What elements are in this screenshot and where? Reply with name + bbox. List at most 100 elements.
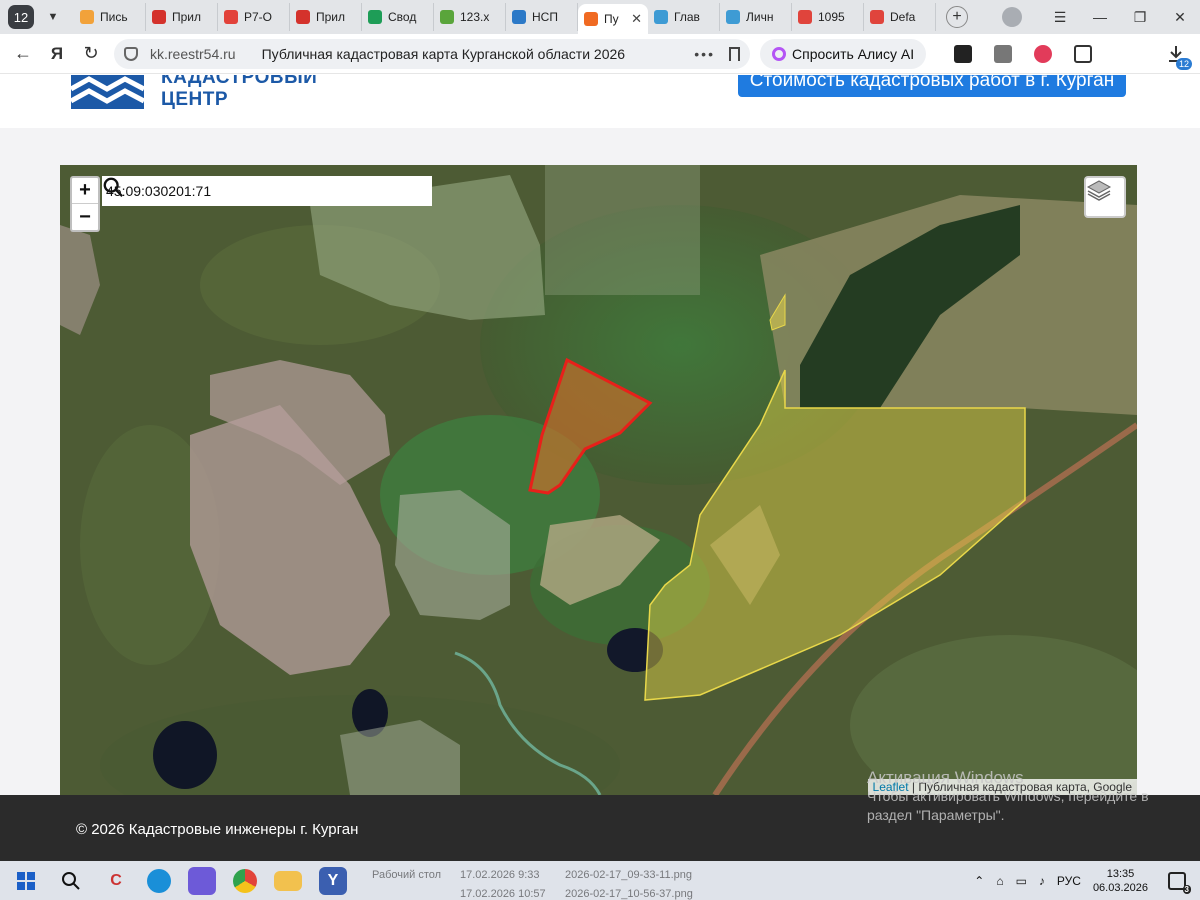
chrome-icon[interactable] (233, 868, 257, 893)
clock-date: 06.03.2026 (1092, 881, 1148, 894)
cadastral-search (102, 176, 432, 206)
logo-line-1: КАДАСТРОВЫЙ (161, 75, 318, 88)
tab-favicon-icon (584, 12, 598, 26)
browser-tab[interactable]: Прил (146, 3, 218, 31)
tab-favicon-icon (224, 10, 238, 24)
clock[interactable]: 13:35 06.03.2026 (1093, 867, 1148, 895)
cadastral-number-input[interactable] (106, 183, 386, 199)
tab-label: Глав (674, 10, 700, 24)
file-explorer-icon[interactable] (274, 870, 302, 891)
security-extension-icon[interactable] (1034, 44, 1053, 63)
layers-button[interactable] (1084, 176, 1126, 218)
tab-label: 123.х (460, 10, 490, 24)
notification-icon[interactable]: 3 (1168, 871, 1191, 894)
shield-icon[interactable] (124, 46, 138, 61)
wallet-extension-icon[interactable] (994, 44, 1013, 63)
browser-tab[interactable]: 123.х (434, 3, 506, 31)
browser-tab-bar: 12 ▼ Пись Прил Р7-О Прил Свод 123.х НСП Пу ✕ Глав… (0, 0, 1200, 34)
back-arrow-icon[interactable]: ← (6, 43, 40, 64)
tab-favicon-icon (726, 10, 740, 24)
page-title: Публичная кадастровая карта Курганской о… (261, 45, 626, 62)
tab-close-icon[interactable]: ✕ (631, 11, 642, 27)
restore-button[interactable]: ❐ (1120, 9, 1160, 26)
address-toolbar: ← Я ↻ kk.reestr54.ru Публичная кадастров… (0, 34, 1200, 74)
new-tab-button[interactable]: + (946, 6, 968, 28)
edge-icon[interactable] (147, 868, 171, 893)
minimize-button[interactable]: — (1080, 9, 1120, 25)
browser-tab[interactable]: Пись (74, 3, 146, 31)
tab-favicon-icon (798, 10, 812, 24)
browser-tab[interactable]: Прил (290, 3, 362, 31)
app-c-icon[interactable]: C (102, 867, 130, 895)
cadastral-map[interactable]: + − Leaflet | Публичная кадастровая карт… (60, 165, 1137, 795)
watermark-line-2: Чтобы активировать Windows, перейдите в (867, 788, 1149, 804)
windows-start-icon[interactable] (12, 867, 40, 895)
ghost-file-1: 2026-02-17_09-33-11.png (565, 869, 693, 881)
tab-label: Пу (604, 12, 619, 26)
windows-activation-watermark: Активация Windows Чтобы активировать Win… (867, 768, 1149, 825)
reload-icon[interactable]: ↻ (74, 43, 108, 64)
tab-label: Пись (100, 10, 128, 24)
messenger-icon[interactable] (188, 866, 216, 895)
browser-tab[interactable]: 1095 (792, 3, 864, 31)
tab-strip: Пись Прил Р7-О Прил Свод 123.х НСП Пу ✕ Глав Личн 1… (74, 0, 936, 34)
tab-label: Р7-О (244, 10, 273, 24)
browser-tab[interactable]: Свод (362, 3, 434, 31)
tab-favicon-icon (440, 10, 454, 24)
clock-time: 13:35 (1106, 867, 1135, 880)
bookmark-icon[interactable] (729, 46, 740, 61)
chevron-up-icon[interactable]: ⌃ (974, 874, 984, 888)
tab-label: Личн (746, 10, 774, 24)
url-field[interactable]: kk.reestr54.ru Публичная кадастровая кар… (114, 38, 750, 69)
layers-icon (1086, 180, 1112, 201)
profile-avatar[interactable] (1002, 7, 1022, 27)
ghost-file-2: 2026-02-17_10-56-37.png (565, 888, 693, 900)
browser-tab[interactable]: Defa (864, 3, 936, 31)
chevron-down-icon[interactable]: ▼ (40, 5, 66, 29)
browser-tab[interactable]: Глав (648, 3, 720, 31)
tab-label: Свод (388, 10, 417, 24)
zoom-in-button[interactable]: + (72, 178, 98, 204)
satellite-imagery (60, 165, 1137, 795)
tab-favicon-icon (152, 10, 166, 24)
ask-alice-button[interactable]: Спросить Алису AI (760, 38, 927, 69)
kinopoisk-extension-icon[interactable] (954, 44, 973, 63)
browser-tab[interactable]: НСП (506, 3, 578, 31)
cost-cadastral-works-button[interactable]: Стоимость кадастровых работ в г. Курган (738, 75, 1126, 97)
logo-text[interactable]: КАДАСТРОВЫЙ ЦЕНТР (161, 75, 317, 111)
url-domain: kk.reestr54.ru (150, 45, 236, 62)
close-window-button[interactable]: ✕ (1160, 9, 1200, 26)
zoom-out-button[interactable]: − (72, 204, 98, 230)
more-icon[interactable]: ••• (694, 46, 715, 62)
collections-icon[interactable] (1074, 44, 1093, 63)
menu-icon[interactable]: ☰ (1040, 9, 1080, 26)
system-tray: ⌃ ⌂ ▭ ♪ РУС 13:35 06.03.2026 3 (974, 861, 1200, 900)
cadastral-center-logo-icon[interactable] (71, 75, 144, 109)
search-taskbar-icon[interactable] (57, 867, 85, 895)
volume-icon[interactable]: ♪ (1039, 874, 1045, 888)
search-icon[interactable] (102, 176, 124, 198)
notification-count: 3 (1182, 884, 1191, 894)
alice-icon (772, 46, 786, 61)
yandex-browser-taskbar-icon[interactable]: Y (319, 866, 347, 895)
downloads-button[interactable]: 12 (1166, 44, 1192, 70)
tab-favicon-icon (512, 10, 526, 24)
tab-favicon-icon (870, 10, 884, 24)
browser-tab[interactable]: Пу ✕ (578, 4, 648, 34)
language-indicator[interactable]: РУС (1057, 874, 1081, 888)
window-controls: ☰ — ❐ ✕ (1002, 0, 1200, 34)
yandex-logo-icon[interactable]: Я (40, 44, 74, 64)
network-icon[interactable]: ⌂ (996, 874, 1003, 888)
tab-favicon-icon (296, 10, 310, 24)
tab-counter-button[interactable]: 12 (8, 5, 34, 29)
browser-tab[interactable]: Личн (720, 3, 792, 31)
display-icon[interactable]: ▭ (1016, 874, 1027, 888)
tab-favicon-icon (368, 10, 382, 24)
tab-label: Прил (316, 10, 346, 24)
tab-label: 1095 (818, 10, 845, 24)
downloads-badge: 12 (1175, 58, 1192, 70)
ghost-date-1: 17.02.2026 9:33 (460, 869, 540, 881)
watermark-title: Активация Windows (867, 768, 1024, 787)
browser-tab[interactable]: Р7-О (218, 3, 290, 31)
magnifier-icon (62, 871, 80, 890)
